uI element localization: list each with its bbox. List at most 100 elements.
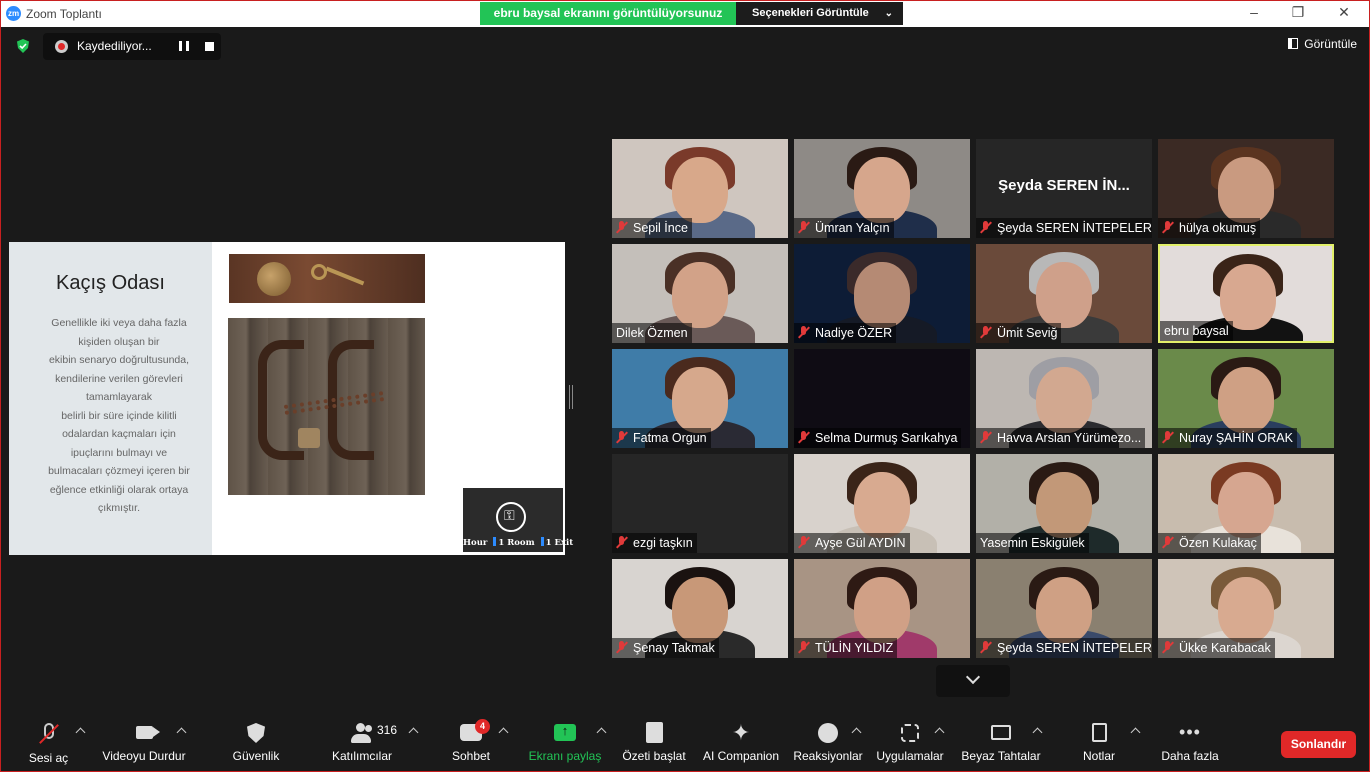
participant-name-bar: Yasemin Eskigülek <box>976 533 1089 553</box>
participant-tile[interactable]: Selma Durmuş Sarıkahya <box>794 349 970 448</box>
recording-dot-icon <box>55 40 68 53</box>
participant-name-bar: Şenay Takmak <box>612 638 719 658</box>
participant-tile[interactable]: Şenay Takmak <box>612 559 788 658</box>
participant-tile[interactable]: Fatma Orgun <box>612 349 788 448</box>
recording-indicator: Kaydediliyor... <box>43 33 221 60</box>
participant-name: ezgi taşkın <box>633 536 693 550</box>
security-label: Güvenlik <box>232 749 280 763</box>
slide-body: Genellikle iki veya daha fazla kişiden o… <box>34 314 204 518</box>
participant-name-bar: Havva Arslan Yürümezo... <box>976 428 1146 448</box>
view-button[interactable]: Görüntüle <box>1288 37 1357 51</box>
gallery-next-page-button[interactable] <box>936 665 1010 697</box>
stop-video-button[interactable]: Videoyu Durdur <box>97 721 191 763</box>
stop-video-label: Videoyu Durdur <box>102 749 186 763</box>
share-screen-icon <box>554 723 576 741</box>
participant-tile[interactable]: Nadiye ÖZER <box>794 244 970 343</box>
notes-button[interactable]: Notlar <box>1077 721 1121 763</box>
zoom-logo-icon: zm <box>6 6 21 21</box>
unmute-label: Sesi aç <box>28 751 69 765</box>
participant-tile[interactable]: Havva Arslan Yürümezo... <box>976 349 1152 448</box>
ai-companion-button[interactable]: ✦ AI Companion <box>699 720 783 764</box>
muted-mic-icon <box>798 431 810 444</box>
more-button[interactable]: ••• Daha fazla <box>1157 721 1223 763</box>
pause-recording-button[interactable] <box>179 41 189 51</box>
minimize-button[interactable]: – <box>1239 4 1269 20</box>
participant-tile[interactable]: Şeyda SEREN İN... Şeyda SEREN İNTEPELER <box>976 139 1152 238</box>
participant-name-bar: Ükke Karabacak <box>1158 638 1275 658</box>
share-screen-button[interactable]: Ekranı paylaş <box>527 721 603 763</box>
encryption-shield-icon[interactable] <box>15 38 31 54</box>
participant-tile[interactable]: Sepil İnce <box>612 139 788 238</box>
participant-tile[interactable]: Ümit Seviğ <box>976 244 1152 343</box>
whiteboard-icon <box>991 725 1011 740</box>
participant-name: Şenay Takmak <box>633 641 715 655</box>
participant-name: Şeyda SEREN İNTEPELER <box>997 641 1152 655</box>
security-button[interactable]: Güvenlik <box>227 721 285 763</box>
title-bar: zm Zoom Toplantı ebru baysal ekranını gö… <box>1 1 1369 27</box>
participant-tile[interactable]: Özen Kulakaç <box>1158 454 1334 553</box>
view-layout-icon <box>1288 38 1299 49</box>
participant-name-bar: hülya okumuş <box>1158 218 1261 238</box>
notes-options-caret[interactable] <box>1130 727 1141 738</box>
audio-options-caret[interactable] <box>75 727 86 738</box>
participant-tile[interactable]: Dilek Özmen <box>612 244 788 343</box>
logo-room: 1 Room <box>498 538 535 548</box>
participant-name: Ümit Seviğ <box>997 326 1058 340</box>
chat-button[interactable]: 4 Sohbet <box>447 719 495 763</box>
maximize-button[interactable]: ❐ <box>1283 4 1313 21</box>
close-button[interactable]: ✕ <box>1329 4 1359 21</box>
stop-recording-button[interactable] <box>205 42 214 51</box>
participant-name-bar: Özen Kulakaç <box>1158 533 1261 553</box>
participant-name: Ümran Yalçın <box>815 221 890 235</box>
participant-name-bar: Şeyda SEREN İNTEPELER <box>976 638 1152 658</box>
view-options-label: Seçenekleri Görüntüle <box>752 7 869 19</box>
key-emblem-icon <box>496 502 526 532</box>
participant-name: TÜLİN YILDIZ <box>815 641 894 655</box>
view-options-button[interactable]: Seçenekleri Görüntüle ⌄ <box>736 2 903 25</box>
muted-mic-icon <box>616 431 628 444</box>
panel-resize-handle[interactable] <box>569 385 573 409</box>
participant-name-bar: Selma Durmuş Sarıkahya <box>794 428 962 448</box>
participant-tile[interactable]: Yasemin Eskigülek <box>976 454 1152 553</box>
whiteboards-button[interactable]: Beyaz Tahtalar <box>959 721 1043 763</box>
participant-name: ebru baysal <box>1164 324 1229 338</box>
participant-tile[interactable]: hülya okumuş <box>1158 139 1334 238</box>
more-dots-icon: ••• <box>1179 722 1201 742</box>
muted-mic-icon <box>980 641 992 654</box>
share-screen-label: Ekranı paylaş <box>528 749 602 763</box>
participant-tile[interactable]: Nuray ŞAHİN ORAK <box>1158 349 1334 448</box>
participant-tile[interactable]: Ümran Yalçın <box>794 139 970 238</box>
participant-tile[interactable]: ezgi taşkın <box>612 454 788 553</box>
unmute-button[interactable]: Sesi aç <box>21 721 76 765</box>
chat-options-caret[interactable] <box>498 727 509 738</box>
shield-icon <box>247 723 265 743</box>
participants-options-caret[interactable] <box>408 727 419 738</box>
participant-name: Nadiye ÖZER <box>815 326 893 340</box>
end-meeting-button[interactable]: Sonlandır <box>1281 731 1356 758</box>
muted-mic-icon <box>1162 431 1174 444</box>
notes-label: Notlar <box>1082 749 1115 763</box>
participants-icon <box>350 723 374 743</box>
participant-name-bar: Ümran Yalçın <box>794 218 894 238</box>
slide-line: ekibin senaryo doğrultusunda, <box>48 354 190 366</box>
participant-tile[interactable]: ebru baysal <box>1158 244 1334 343</box>
participant-tile[interactable]: Ükke Karabacak <box>1158 559 1334 658</box>
participant-count: 316 <box>377 723 398 737</box>
slide-line: eğlence etkinliği olarak ortaya <box>49 483 189 496</box>
participant-tile[interactable]: TÜLİN YILDIZ <box>794 559 970 658</box>
apps-button[interactable]: Uygulamalar <box>873 721 947 763</box>
notes-icon <box>1091 723 1107 742</box>
reactions-label: Reaksiyonlar <box>793 749 863 763</box>
participants-button[interactable]: 316 Katılımcılar <box>327 721 397 763</box>
participant-tile[interactable]: Ayşe Gül AYDIN <box>794 454 970 553</box>
recording-label: Kaydediliyor... <box>77 39 152 53</box>
start-summary-button[interactable]: Özeti başlat <box>619 721 689 763</box>
muted-mic-icon <box>616 221 628 234</box>
participants-label: Katılımcılar <box>331 749 392 763</box>
participant-tile[interactable]: Şeyda SEREN İNTEPELER <box>976 559 1152 658</box>
slide-line: bulmacaları çözmeyi içeren bir <box>48 465 190 477</box>
escape-room-logo: Hour 1 Room 1 Exit <box>463 488 573 552</box>
sparkle-icon: ✦ <box>731 720 751 745</box>
muted-mic-icon <box>980 221 992 234</box>
reactions-button[interactable]: Reaksiyonlar <box>791 721 865 763</box>
